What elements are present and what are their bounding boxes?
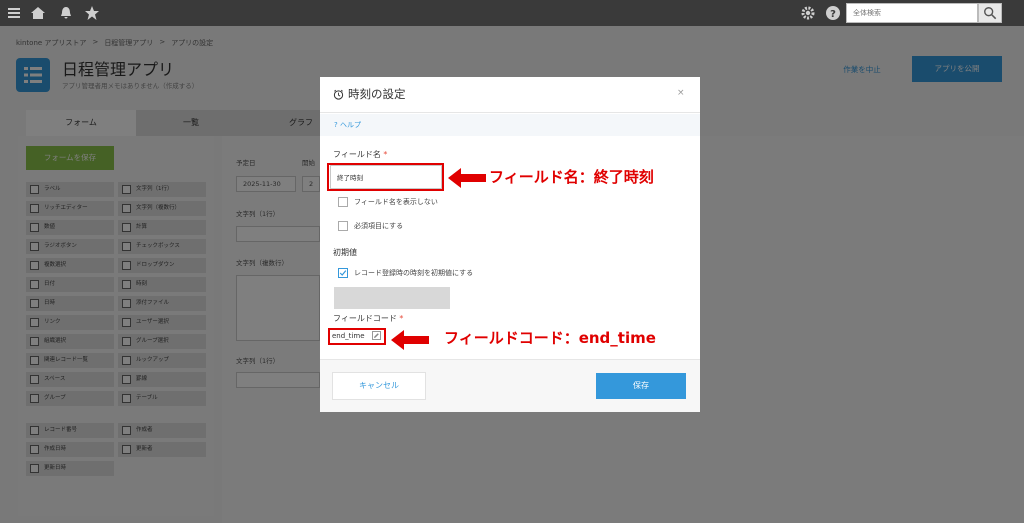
required-mark: * [383,150,388,159]
help-bar: ? ヘルプ [320,114,700,136]
svg-text:?: ? [830,9,836,20]
default-now-checkbox[interactable] [338,268,348,278]
home-icon[interactable] [30,5,46,21]
field-code-label: フィールドコード * [333,314,404,323]
default-value-label: 初期値 [333,248,357,257]
field-code-highlight-box [328,328,386,345]
save-button[interactable]: 保存 [596,373,686,399]
help-link[interactable]: ? ヘルプ [334,120,361,130]
cancel-button[interactable]: キャンセル [332,372,426,400]
hide-field-name-checkbox[interactable] [338,197,348,207]
hide-field-name-label: フィールド名を表示しない [354,198,438,206]
help-icon[interactable]: ? [825,5,841,21]
close-icon[interactable]: × [677,88,685,98]
required-checkbox-label: 必須項目にする [354,222,404,230]
search-icon [984,7,997,20]
default-now-label: レコード登録時の時刻を初期値にする [354,269,474,277]
gear-icon[interactable] [800,5,816,21]
search-input[interactable] [847,4,977,22]
field-name-annotation: フィールド名：終了時刻 [489,168,654,186]
search-button[interactable] [978,3,1002,23]
field-name-label: フィールド名 * [333,150,388,159]
top-bar: ? [0,0,1024,26]
search-box[interactable] [846,3,978,23]
check-icon [339,270,347,276]
annotation-arrow-icon [391,330,429,350]
annotation-arrow-icon [448,168,486,188]
alarm-clock-icon [333,89,344,100]
dialog-title: 時刻の設定 [348,87,406,101]
field-code-annotation: フィールドコード：end_time [444,329,656,347]
default-time-input [334,287,450,309]
required-checkbox[interactable] [338,221,348,231]
required-mark: * [399,314,404,323]
menu-icon[interactable] [6,5,22,21]
bell-icon[interactable] [58,5,74,21]
field-name-highlight-box [327,163,444,191]
star-icon[interactable] [84,5,100,21]
dialog-header: 時刻の設定 × [320,77,700,113]
